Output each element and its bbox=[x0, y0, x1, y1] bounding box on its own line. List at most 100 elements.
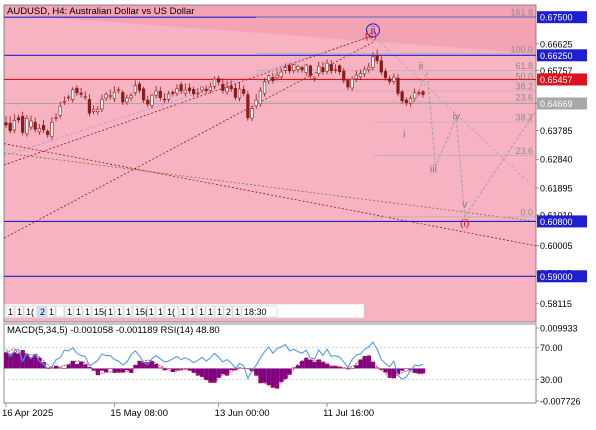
time-scrollbar-cell-label: 1 bbox=[126, 307, 131, 317]
macd-bar bbox=[199, 368, 205, 377]
macd-bar bbox=[316, 359, 321, 369]
macd-bar bbox=[154, 363, 159, 369]
macd-bar bbox=[300, 360, 305, 369]
candle-body bbox=[196, 92, 200, 95]
candle-body bbox=[408, 97, 413, 104]
candle-body bbox=[229, 85, 233, 90]
candle-body bbox=[346, 79, 350, 88]
chart-title: AUDUSD, H4: Australian Dollar vs US Doll… bbox=[7, 6, 194, 17]
macd-bar bbox=[308, 359, 313, 369]
macd-bar bbox=[358, 359, 363, 369]
candle-body bbox=[8, 122, 12, 131]
candle-body bbox=[158, 90, 162, 98]
candle-body bbox=[133, 85, 137, 93]
candle-body bbox=[271, 77, 275, 81]
candle-body bbox=[129, 95, 133, 98]
candle-body bbox=[142, 88, 146, 101]
candle-body bbox=[71, 89, 75, 100]
chart-window: 161.8 100.0 61.8 50.0 38.2 23.6 38.2 23.6 0.0 ii… bbox=[0, 0, 596, 425]
macd-bar bbox=[320, 361, 326, 369]
candle-body bbox=[292, 64, 296, 71]
candle-body bbox=[396, 77, 400, 94]
macd-bar bbox=[345, 368, 351, 370]
macd-bar bbox=[99, 368, 105, 371]
candle-body bbox=[225, 86, 229, 93]
candle-body bbox=[300, 67, 304, 70]
chart-canvas[interactable]: 161.8100.061.850.038.223.638.223.60.0 ii… bbox=[0, 0, 596, 425]
time-scrollbar-cell bbox=[55, 305, 65, 318]
macd-bar bbox=[158, 367, 163, 369]
candle-body bbox=[154, 90, 158, 96]
candle-body bbox=[312, 76, 317, 79]
time-axis-label: 13 Jun 00:00 bbox=[215, 408, 270, 419]
macd-bar bbox=[62, 367, 67, 369]
time-scrollbar-cell-label: 1 bbox=[17, 307, 22, 317]
candle-body bbox=[37, 128, 41, 133]
macd-bar bbox=[191, 368, 196, 373]
time-scrollbar-cell-label: 1 bbox=[76, 307, 81, 317]
fib-level-label: 50.0 bbox=[515, 72, 533, 82]
candle-body bbox=[287, 65, 292, 72]
candle-body bbox=[342, 70, 346, 81]
candle-body bbox=[4, 122, 8, 126]
candle-body bbox=[83, 96, 87, 98]
candle-body bbox=[125, 97, 129, 103]
candle-body bbox=[21, 115, 25, 133]
macd-bar bbox=[83, 364, 88, 369]
candle-body bbox=[404, 99, 408, 104]
candle-body bbox=[250, 108, 254, 119]
candle-body bbox=[204, 88, 208, 91]
fib-level-label: 23.6 bbox=[515, 92, 533, 102]
candle-body bbox=[421, 91, 425, 95]
macd-bar bbox=[283, 368, 288, 380]
candle-body bbox=[96, 108, 100, 112]
candle-body bbox=[87, 99, 91, 114]
candle-body bbox=[267, 75, 271, 82]
macd-bar bbox=[108, 368, 113, 370]
time-scrollbar-cell-label: 1 bbox=[149, 307, 154, 317]
macd-bar bbox=[312, 361, 317, 369]
price-axis-label: 0.62840 bbox=[540, 155, 573, 165]
macd-bar bbox=[295, 365, 301, 369]
candle-body bbox=[296, 65, 300, 70]
candle-body bbox=[62, 101, 66, 103]
wave-label: iii bbox=[430, 164, 437, 176]
candle-body bbox=[112, 91, 117, 100]
time-scrollbar-cell-label: 1 bbox=[108, 307, 113, 317]
time-scrollbar-cell-label: 1 bbox=[85, 307, 90, 317]
candle-body bbox=[137, 83, 142, 91]
macd-bar bbox=[208, 368, 213, 383]
fib-level-label: 100.0 bbox=[510, 44, 533, 54]
time-scrollbar-cell-label: 2 bbox=[40, 307, 45, 317]
macd-bar bbox=[270, 368, 276, 388]
fib-level-label: 23.6 bbox=[515, 146, 533, 156]
candle-body bbox=[217, 78, 221, 83]
macd-bar bbox=[79, 361, 84, 369]
candle-body bbox=[221, 83, 225, 91]
macd-bar bbox=[120, 368, 125, 373]
time-scrollbar-cell-label: 1 bbox=[235, 307, 240, 317]
fib-level-label: 61.8 bbox=[515, 61, 533, 71]
oscillator-axis-label: 70.00 bbox=[540, 343, 563, 353]
candle-body bbox=[308, 65, 313, 76]
macd-bar bbox=[220, 368, 226, 375]
oscillator-axis: 0.009933 70.00 30.00 -0.007726 bbox=[536, 324, 581, 407]
candle-body bbox=[367, 66, 371, 70]
candle-body bbox=[388, 78, 392, 82]
candle-body bbox=[337, 65, 342, 73]
time-scrollbar-cell-label: 1 bbox=[158, 307, 163, 317]
candle-body bbox=[379, 60, 383, 73]
candle-body bbox=[363, 69, 367, 75]
macd-bar bbox=[124, 368, 130, 371]
macd-bar bbox=[129, 368, 134, 373]
candle-body bbox=[212, 78, 217, 87]
candle-body bbox=[58, 105, 62, 116]
price-axis-label: 0.66625 bbox=[540, 39, 573, 49]
time-scrollbar-cell-label: 1 bbox=[217, 307, 222, 317]
macd-bar bbox=[149, 361, 155, 369]
candle-body bbox=[167, 93, 171, 100]
macd-bar bbox=[379, 368, 384, 370]
candle-body bbox=[371, 56, 375, 68]
fib-level-label: 161.8 bbox=[510, 8, 533, 18]
macd-bar bbox=[104, 368, 109, 373]
